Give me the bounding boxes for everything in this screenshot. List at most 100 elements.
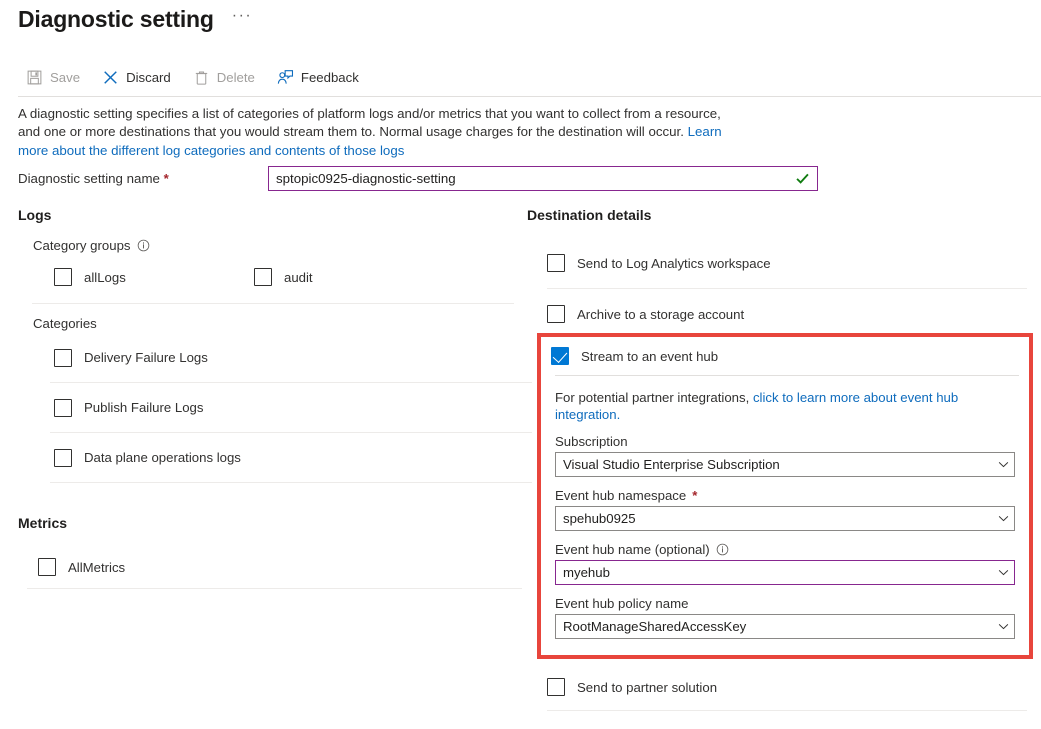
checkbox-send-to-log-analytics-label: Send to Log Analytics workspace [577,256,771,271]
checkbox-data-plane-operations-logs[interactable] [54,449,72,467]
logs-and-metrics-column: Logs Category groups allLogs [18,206,516,589]
chevron-down-icon [992,506,1014,531]
category-groups-label: Category groups [33,238,516,253]
event-hub-divider [555,375,1019,376]
destination-row-storage-account: Archive to a storage account [547,289,1032,339]
discard-button[interactable]: Discard [98,63,183,91]
checkbox-audit[interactable] [254,268,272,286]
page-header: Diagnostic setting ··· [18,4,256,34]
categories-list: Delivery Failure Logs Publish Failure Lo… [54,333,516,483]
save-label: Save [50,70,80,85]
event-hub-policy-name-label: Event hub policy name [555,596,1015,611]
checkbox-delivery-failure-logs-label: Delivery Failure Logs [84,350,208,365]
diagnostic-setting-name-input[interactable] [269,167,817,190]
partner-solution-section: Send to partner solution [527,672,1032,711]
checkbox-send-to-partner-solution[interactable] [547,678,565,696]
category-row-delivery-failure-logs: Delivery Failure Logs [54,333,516,382]
checkbox-data-plane-operations-logs-label: Data plane operations logs [84,450,241,465]
event-hub-note-prefix: For potential partner integrations, [555,390,753,405]
page-title: Diagnostic setting [18,4,214,34]
event-hub-name-label-text: Event hub name (optional) [555,542,710,557]
diagnostic-setting-name-row: Diagnostic setting name * [18,166,818,191]
checkbox-delivery-failure-logs[interactable] [54,349,72,367]
checkbox-archive-to-storage-account[interactable] [547,305,565,323]
chevron-down-icon [992,560,1014,585]
subscription-label-text: Subscription [555,434,628,449]
chevron-down-icon [992,614,1014,639]
checkbox-publish-failure-logs[interactable] [54,399,72,417]
checkbox-stream-to-event-hub-label: Stream to an event hub [581,349,718,364]
event-hub-name-value: myehub [556,565,992,580]
event-hub-highlight-panel: Stream to an event hub For potential par… [537,333,1033,659]
categories-label: Categories [33,316,516,331]
feedback-button[interactable]: Feedback [273,63,371,91]
destination-details-column: Destination details Send to Log Analytic… [527,206,1032,340]
subscription-field: Subscription Visual Studio Enterprise Su… [555,434,1015,477]
info-icon[interactable] [716,543,729,556]
category-group-allLogs: allLogs [54,263,254,291]
checkbox-send-to-partner-solution-label: Send to partner solution [577,680,717,695]
event-hub-name-label: Event hub name (optional) [555,542,1015,557]
command-bar: Save Discard Delete [22,63,371,91]
category-groups-divider [32,303,514,304]
destination-row-log-analytics: Send to Log Analytics workspace [547,238,1032,288]
category-groups-label-text: Category groups [33,238,131,253]
event-hub-policy-name-label-text: Event hub policy name [555,596,688,611]
metrics-row-allmetrics: AllMetrics [38,546,516,588]
trash-icon [193,69,210,86]
required-asterisk: * [164,171,169,186]
checkbox-allmetrics[interactable] [38,558,56,576]
metrics-section-title: Metrics [18,514,516,532]
diagnostic-setting-name-label: Diagnostic setting name * [18,171,268,186]
save-icon [26,69,43,86]
destination-row-partner-solution: Send to partner solution [547,672,1032,702]
event-hub-namespace-value: spehub0925 [556,511,992,526]
metrics-list: AllMetrics [38,546,516,589]
subscription-value: Visual Studio Enterprise Subscription [556,457,992,472]
checkbox-audit-label: audit [284,270,313,285]
info-icon[interactable] [137,239,150,252]
subscription-dropdown[interactable]: Visual Studio Enterprise Subscription [555,452,1015,477]
event-hub-partner-note: For potential partner integrations, clic… [555,389,1015,423]
diagnostic-setting-page: Diagnostic setting ··· Save Disc [0,0,1041,729]
event-hub-policy-name-value: RootManageSharedAccessKey [556,619,992,634]
more-options-button[interactable]: ··· [228,6,256,32]
checkbox-publish-failure-logs-label: Publish Failure Logs [84,400,204,415]
save-button[interactable]: Save [22,63,92,91]
checkbox-allLogs-label: allLogs [84,270,126,285]
checkbox-archive-to-storage-account-label: Archive to a storage account [577,307,744,322]
feedback-label: Feedback [301,70,359,85]
feedback-person-icon [277,69,294,86]
close-icon [102,69,119,86]
event-hub-namespace-label: Event hub namespace * [555,488,1015,503]
checkbox-send-to-log-analytics[interactable] [547,254,565,272]
checkbox-allLogs[interactable] [54,268,72,286]
category-row-data-plane-operations-logs: Data plane operations logs [54,433,516,482]
destination-details-title: Destination details [527,206,1032,224]
checkbox-stream-to-event-hub[interactable] [551,347,569,365]
metrics-divider [27,588,522,589]
event-hub-checkbox-row: Stream to an event hub [551,337,1029,375]
category-row-publish-failure-logs: Publish Failure Logs [54,383,516,432]
description-text: A diagnostic setting specifies a list of… [18,106,721,139]
event-hub-namespace-field: Event hub namespace * spehub0925 [555,488,1015,531]
logs-section-title: Logs [18,206,516,224]
category-groups-grid: allLogs audit [54,263,516,291]
name-label-text: Diagnostic setting name [18,171,164,186]
diagnostic-setting-name-field[interactable] [268,166,818,191]
header-divider [18,96,1041,97]
category-divider-3 [50,482,532,483]
event-hub-name-dropdown[interactable]: myehub [555,560,1015,585]
delete-button[interactable]: Delete [189,63,267,91]
category-group-audit: audit [254,263,454,291]
delete-label: Delete [217,70,255,85]
event-hub-policy-name-dropdown[interactable]: RootManageSharedAccessKey [555,614,1015,639]
categories-label-text: Categories [33,316,97,331]
event-hub-namespace-dropdown[interactable]: spehub0925 [555,506,1015,531]
subscription-label: Subscription [555,434,1015,449]
required-asterisk-namespace: * [692,488,697,503]
discard-label: Discard [126,70,171,85]
event-hub-policy-name-field: Event hub policy name RootManageSharedAc… [555,596,1015,639]
checkbox-allmetrics-label: AllMetrics [68,560,125,575]
page-description: A diagnostic setting specifies a list of… [18,105,728,160]
